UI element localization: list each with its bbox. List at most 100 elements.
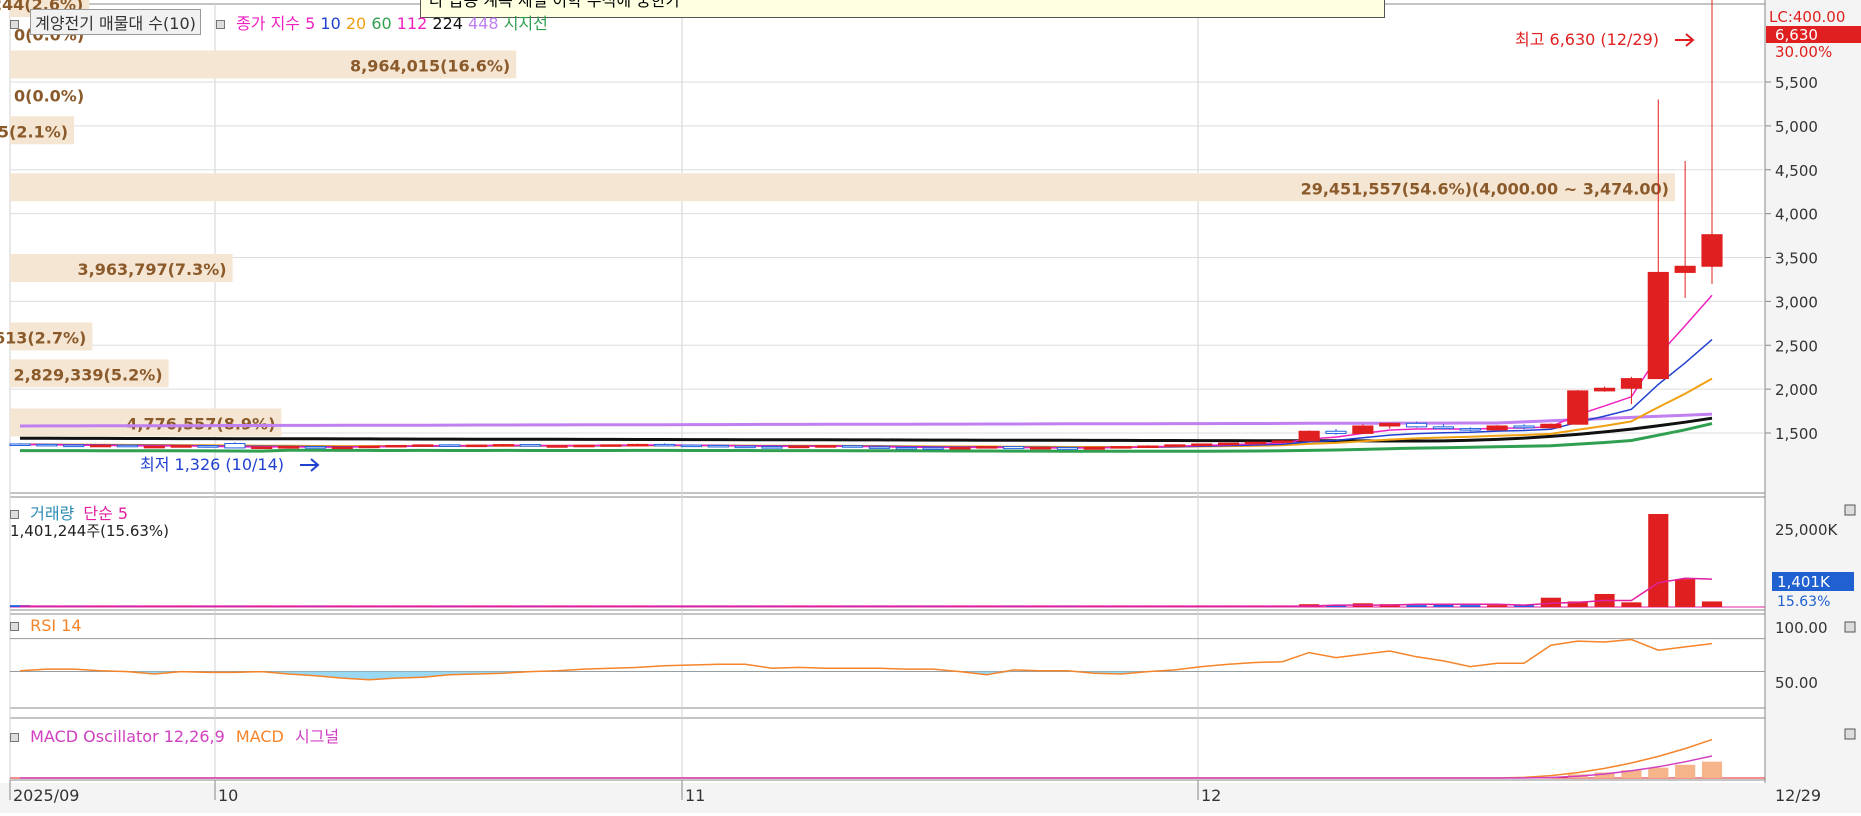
candle-body (869, 447, 889, 449)
x-axis-background (0, 783, 1861, 813)
price-tick-label: 3,000 (1775, 293, 1818, 311)
candle-body (1648, 272, 1668, 378)
candle-body (1595, 388, 1615, 391)
ma-112-label: 112 (397, 14, 428, 33)
macd-oscillator-bar (1702, 762, 1722, 778)
candle-body (440, 445, 460, 447)
price-tick-label: 1,500 (1775, 425, 1818, 443)
ma-title[interactable]: 종가 지수 (236, 14, 300, 33)
news-tooltip: 다 급등 계속 세일 이학 주식에 궁한가 (420, 0, 1385, 18)
candle-body (1541, 424, 1561, 428)
candle-body (1568, 391, 1588, 424)
ma-5-label: 5 (305, 14, 315, 33)
volume-panel-toggle-icon[interactable] (10, 510, 19, 519)
candle-body (225, 444, 245, 448)
sisichon-label: 시지선 (504, 14, 548, 33)
low-annotation: 최저 1,326 (10/14) (140, 455, 284, 474)
candle-body (789, 446, 809, 448)
volume-profile-label: 0(0.0%) (14, 86, 84, 105)
x-axis-label: 10 (218, 786, 238, 805)
candle-body (1433, 427, 1453, 429)
candle-body (171, 446, 191, 448)
candle-body (1407, 423, 1427, 427)
chart-canvas: 5,5005,0004,5004,0003,5003,0002,5002,000… (0, 0, 1861, 813)
panel-close-icon (1845, 505, 1855, 515)
ma-448-label: 448 (468, 14, 499, 33)
lc-label: LC:400.00 (1769, 8, 1845, 26)
x-axis-label: 12 (1201, 786, 1221, 805)
candle-body (896, 447, 916, 449)
panel-close-icon (1845, 622, 1855, 632)
price-tick-label: 3,500 (1775, 250, 1818, 268)
rsi-tick-label: 100.00 (1775, 619, 1828, 637)
candle-body (386, 445, 406, 447)
x-axis-end-label: 12/29 (1775, 786, 1821, 805)
volume-bar (1702, 601, 1722, 607)
macd-oscillator-bar (1648, 768, 1668, 778)
candle-body (816, 446, 836, 448)
candle-body (1326, 431, 1346, 433)
ma-toggle-icon[interactable] (216, 20, 225, 29)
candle-body (91, 445, 111, 447)
volume-profile-label: 29,451,557(54.6%)(4,000.00 ~ 3,474.00) (1301, 179, 1669, 198)
volume-last-label: 1,401K (1777, 573, 1831, 591)
candle-body (1004, 447, 1024, 449)
macd-title[interactable]: MACD Oscillator 12,26,9 (30, 727, 225, 746)
ma-224-label: 224 (432, 14, 463, 33)
candle-body (655, 444, 675, 446)
candle-body (1460, 429, 1480, 431)
candle-body (708, 445, 728, 447)
volume-bar (1460, 605, 1480, 607)
candle-body (1084, 447, 1104, 449)
candle-body (37, 444, 57, 446)
signal-label: 시그널 (295, 727, 339, 746)
candle-body (628, 444, 648, 446)
macd-panel-toggle-icon[interactable] (10, 733, 19, 742)
candle-body (977, 447, 997, 449)
volume-bar (1621, 602, 1641, 607)
price-tick-label: 5,000 (1775, 118, 1818, 136)
stock-chart: 5,5005,0004,5004,0003,5003,0002,5002,000… (0, 0, 1861, 813)
price-tick-label: 4,500 (1775, 162, 1818, 180)
stock-title[interactable]: 계양전기 매물대 수(10) (30, 9, 201, 35)
price-tick-label: 2,500 (1775, 337, 1818, 355)
candle-body (332, 447, 352, 449)
volume-profile-label: 2,829,339(5.2%) (13, 365, 162, 384)
x-axis-label: 2025/09 (13, 786, 79, 805)
ma-60-label: 60 (371, 14, 391, 33)
macd-oscillator-bar (1675, 765, 1695, 778)
candle-body (1514, 426, 1534, 428)
price-legend: 계양전기 매물대 수(10) 종가 지수 5 10 20 60 112 224 … (10, 9, 548, 35)
rsi-title[interactable]: RSI 14 (30, 616, 81, 635)
volume-last-pct: 15.63% (1777, 594, 1830, 610)
volume-bar (1648, 514, 1668, 607)
candle-body (1219, 443, 1239, 445)
candle-body (1380, 423, 1400, 426)
candle-body (735, 446, 755, 448)
candle-body (1245, 442, 1265, 444)
candle-body (574, 445, 594, 447)
volume-profile-label: 1,473,613(2.7%) (0, 328, 86, 347)
current-price-label: 6,630 (1775, 26, 1818, 44)
rsi-panel-toggle-icon[interactable] (10, 622, 19, 631)
candle-body (467, 445, 487, 447)
candle-body (359, 446, 379, 448)
volume-value-line: 1,401,244주(15.63%) (10, 520, 169, 541)
candle-body (1057, 447, 1077, 449)
volume-bar (1675, 579, 1695, 607)
volume-bar (1407, 605, 1427, 607)
volume-panel-frame (10, 497, 1765, 610)
panel-toggle-icon[interactable] (10, 20, 19, 29)
candle-body (1621, 379, 1641, 389)
price-tick-label: 4,000 (1775, 206, 1818, 224)
ma-20-label: 20 (346, 14, 366, 33)
candle-body (413, 445, 433, 447)
candle-body (1138, 446, 1158, 448)
price-tick-label: 5,500 (1775, 74, 1818, 92)
candle-body (1111, 447, 1131, 449)
candle-body (252, 447, 272, 449)
candle-body (198, 446, 218, 448)
candle-body (1487, 426, 1507, 430)
candle-body (1031, 447, 1051, 449)
candle-body (305, 447, 325, 449)
